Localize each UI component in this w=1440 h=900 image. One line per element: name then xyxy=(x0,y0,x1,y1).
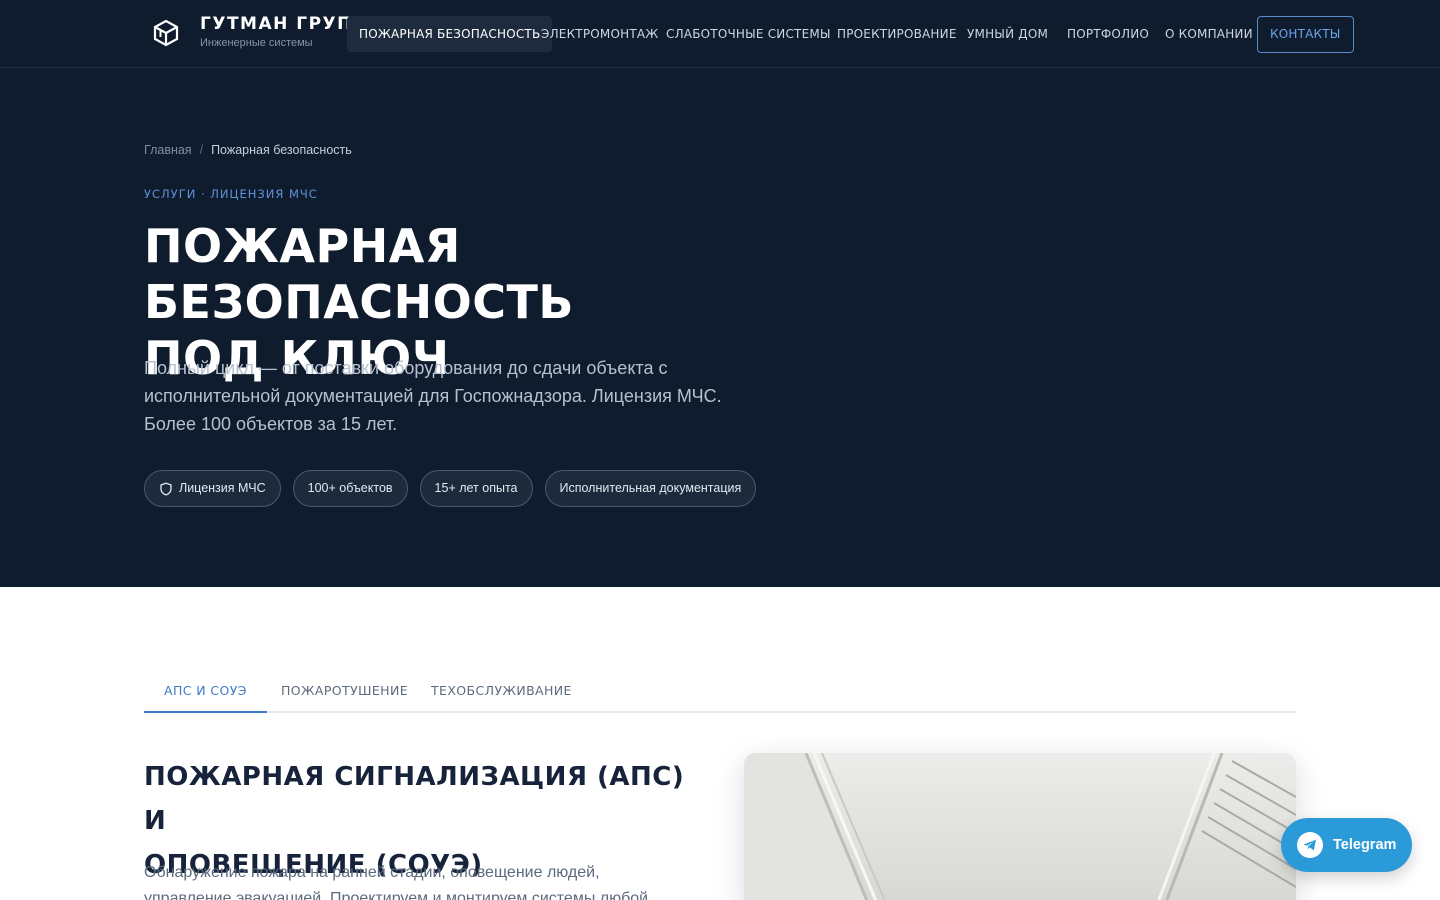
logo-icon[interactable] xyxy=(152,18,180,48)
nav-smart-home[interactable]: УМНЫЙ ДОМ xyxy=(967,16,1048,52)
nav-about[interactable]: О КОМПАНИИ xyxy=(1165,16,1253,52)
nav-electrical[interactable]: ЭЛЕКТРОМОНТАЖ xyxy=(541,16,658,52)
section-description: Обнаружение пожара на ранней стадии, опо… xyxy=(144,864,649,900)
tab-aps-soue[interactable]: АПС И СОУЭ xyxy=(144,671,267,713)
badge-documentation: Исполнительная документация xyxy=(544,470,757,507)
brand-tagline: Инженерные системы xyxy=(200,37,313,49)
badge-label: Исполнительная документация xyxy=(559,481,742,495)
nav-fire-safety[interactable]: ПОЖАРНАЯ БЕЗОПАСНОСТЬ xyxy=(347,16,553,52)
telegram-plane-glyph xyxy=(1303,839,1316,851)
breadcrumb-current: Пожарная безопасность xyxy=(211,143,352,157)
site-header: ГУТМАН ГРУПП Инженерные системы ПОЖАРНАЯ… xyxy=(0,0,1440,68)
nav-low-voltage[interactable]: СЛАБОТОЧНЫЕ СИСТЕМЫ xyxy=(666,16,831,52)
telegram-icon xyxy=(1297,832,1323,858)
badge-license: Лицензия МЧС xyxy=(144,470,281,507)
tab-fire-extinguishing[interactable]: ПОЖАРОТУШЕНИЕ xyxy=(281,671,408,713)
ceiling-detector-photo xyxy=(744,753,1296,900)
badge-label: 100+ объектов xyxy=(307,481,393,495)
page-title-line-1: ПОЖАРНАЯ БЕЗОПАСНОСТЬ xyxy=(144,219,574,329)
breadcrumb: Главная / Пожарная безопасность xyxy=(144,143,352,157)
hero-description: Полный цикл — от поставки оборудования д… xyxy=(144,358,722,434)
badge-label: 15+ лет опыта xyxy=(434,481,518,495)
badge-objects: 100+ объектов xyxy=(292,470,408,507)
nav-contacts-button[interactable]: КОНТАКТЫ xyxy=(1257,16,1354,53)
service-tabs: АПС И СОУЭ ПОЖАРОТУШЕНИЕ ТЕХОБСЛУЖИВАНИЕ xyxy=(144,671,1296,713)
telegram-button[interactable]: Telegram xyxy=(1281,818,1412,872)
badge-experience: 15+ лет опыта xyxy=(419,470,533,507)
hero-badges: Лицензия МЧС 100+ объектов 15+ лет опыта… xyxy=(144,470,757,507)
badge-label: Лицензия МЧС xyxy=(179,481,266,495)
brand-name[interactable]: ГУТМАН ГРУПП xyxy=(200,14,369,34)
ceiling-photo-illustration xyxy=(744,753,1296,900)
hero-section: Главная / Пожарная безопасность УСЛУГИ · Л… xyxy=(0,68,1440,587)
hero-eyebrow: УСЛУГИ · ЛИЦЕНЗИЯ МЧС xyxy=(144,187,318,201)
section-title-line-1: ПОЖАРНАЯ СИГНАЛИЗАЦИЯ (АПС) И xyxy=(144,762,685,836)
telegram-label: Telegram xyxy=(1333,837,1397,853)
breadcrumb-home-link[interactable]: Главная xyxy=(144,143,192,157)
nav-design[interactable]: ПРОЕКТИРОВАНИЕ xyxy=(837,16,957,52)
tab-maintenance[interactable]: ТЕХОБСЛУЖИВАНИЕ xyxy=(431,671,572,713)
nav-portfolio[interactable]: ПОРТФОЛИО xyxy=(1067,16,1149,52)
shield-icon xyxy=(160,482,172,496)
breadcrumb-separator: / xyxy=(199,143,204,157)
